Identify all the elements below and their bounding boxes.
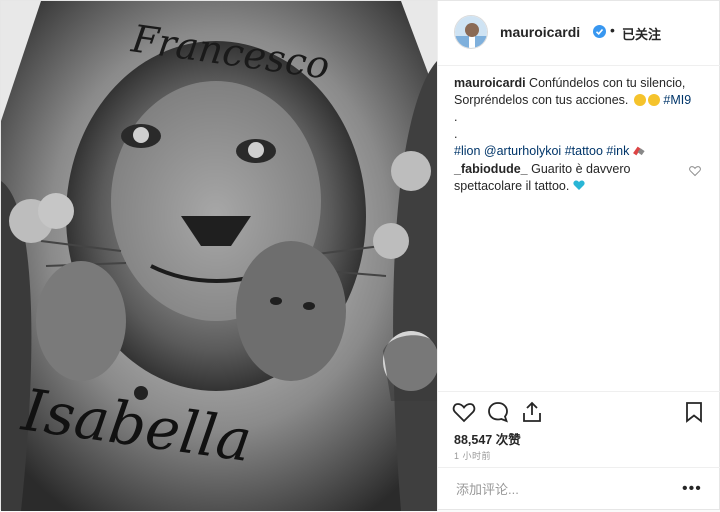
hashtag-ink[interactable]: #ink: [606, 144, 629, 158]
caption-dot-1: .: [454, 110, 458, 124]
post-sidebar: mauroicardi • 已关注 mauroicardi Confúndelo…: [437, 1, 720, 511]
hashtag-tattoo[interactable]: #tattoo: [565, 144, 603, 158]
post-header: mauroicardi • 已关注: [438, 1, 720, 66]
instagram-post: Francesco Isabella mauroicardi • 已关注 mau…: [0, 0, 720, 511]
hashtag-mi9[interactable]: #MI9: [663, 93, 691, 107]
emoji-face-1-icon: [633, 94, 646, 106]
post-timestamp[interactable]: 1 小时前: [454, 449, 491, 462]
header-username[interactable]: mauroicardi: [500, 24, 580, 40]
caption-line-2: Sorpréndelos con tus acciones.: [454, 93, 629, 107]
share-upload-icon[interactable]: [520, 400, 544, 424]
follow-status-button[interactable]: 已关注: [622, 24, 661, 43]
save-bookmark-icon[interactable]: [682, 400, 706, 424]
action-bar: [438, 391, 720, 432]
verified-badge-icon: [593, 25, 606, 38]
separator-dot: •: [610, 22, 615, 38]
tattoo-image: Francesco Isabella: [1, 1, 437, 511]
blue-heart-icon: [573, 180, 585, 190]
caption-dot-2: .: [454, 127, 458, 141]
avatar-image: [455, 16, 487, 48]
comment-username[interactable]: _fabiodude_: [454, 162, 528, 176]
post-photo[interactable]: Francesco Isabella: [1, 1, 437, 511]
more-options-button[interactable]: •••: [682, 480, 702, 498]
comment-text-line-2: spettacolare il tattoo.: [454, 179, 570, 193]
comment-item: _fabiodude_ Guarito è davvero spettacola…: [454, 161, 684, 195]
lipstick-icon: [632, 146, 645, 156]
like-count[interactable]: 88,547 次赞: [454, 429, 521, 448]
mention-arturholykoi[interactable]: @arturholykoi: [484, 144, 561, 158]
comment-like-heart-icon[interactable]: [689, 165, 701, 177]
caption: mauroicardi Confúndelos con tu silencio,…: [454, 75, 710, 160]
hashtag-lion[interactable]: #lion: [454, 144, 480, 158]
caption-line-1: Confúndelos con tu silencio,: [529, 76, 686, 90]
add-comment-bar: •••: [438, 467, 720, 512]
comment-text-line-1: Guarito è davvero: [531, 162, 631, 176]
add-comment-input[interactable]: [454, 481, 678, 498]
emoji-face-2-icon: [647, 94, 660, 106]
caption-username[interactable]: mauroicardi: [454, 76, 526, 90]
avatar[interactable]: [454, 15, 488, 49]
like-heart-icon[interactable]: [452, 400, 476, 424]
comment-bubble-icon[interactable]: [486, 400, 510, 424]
